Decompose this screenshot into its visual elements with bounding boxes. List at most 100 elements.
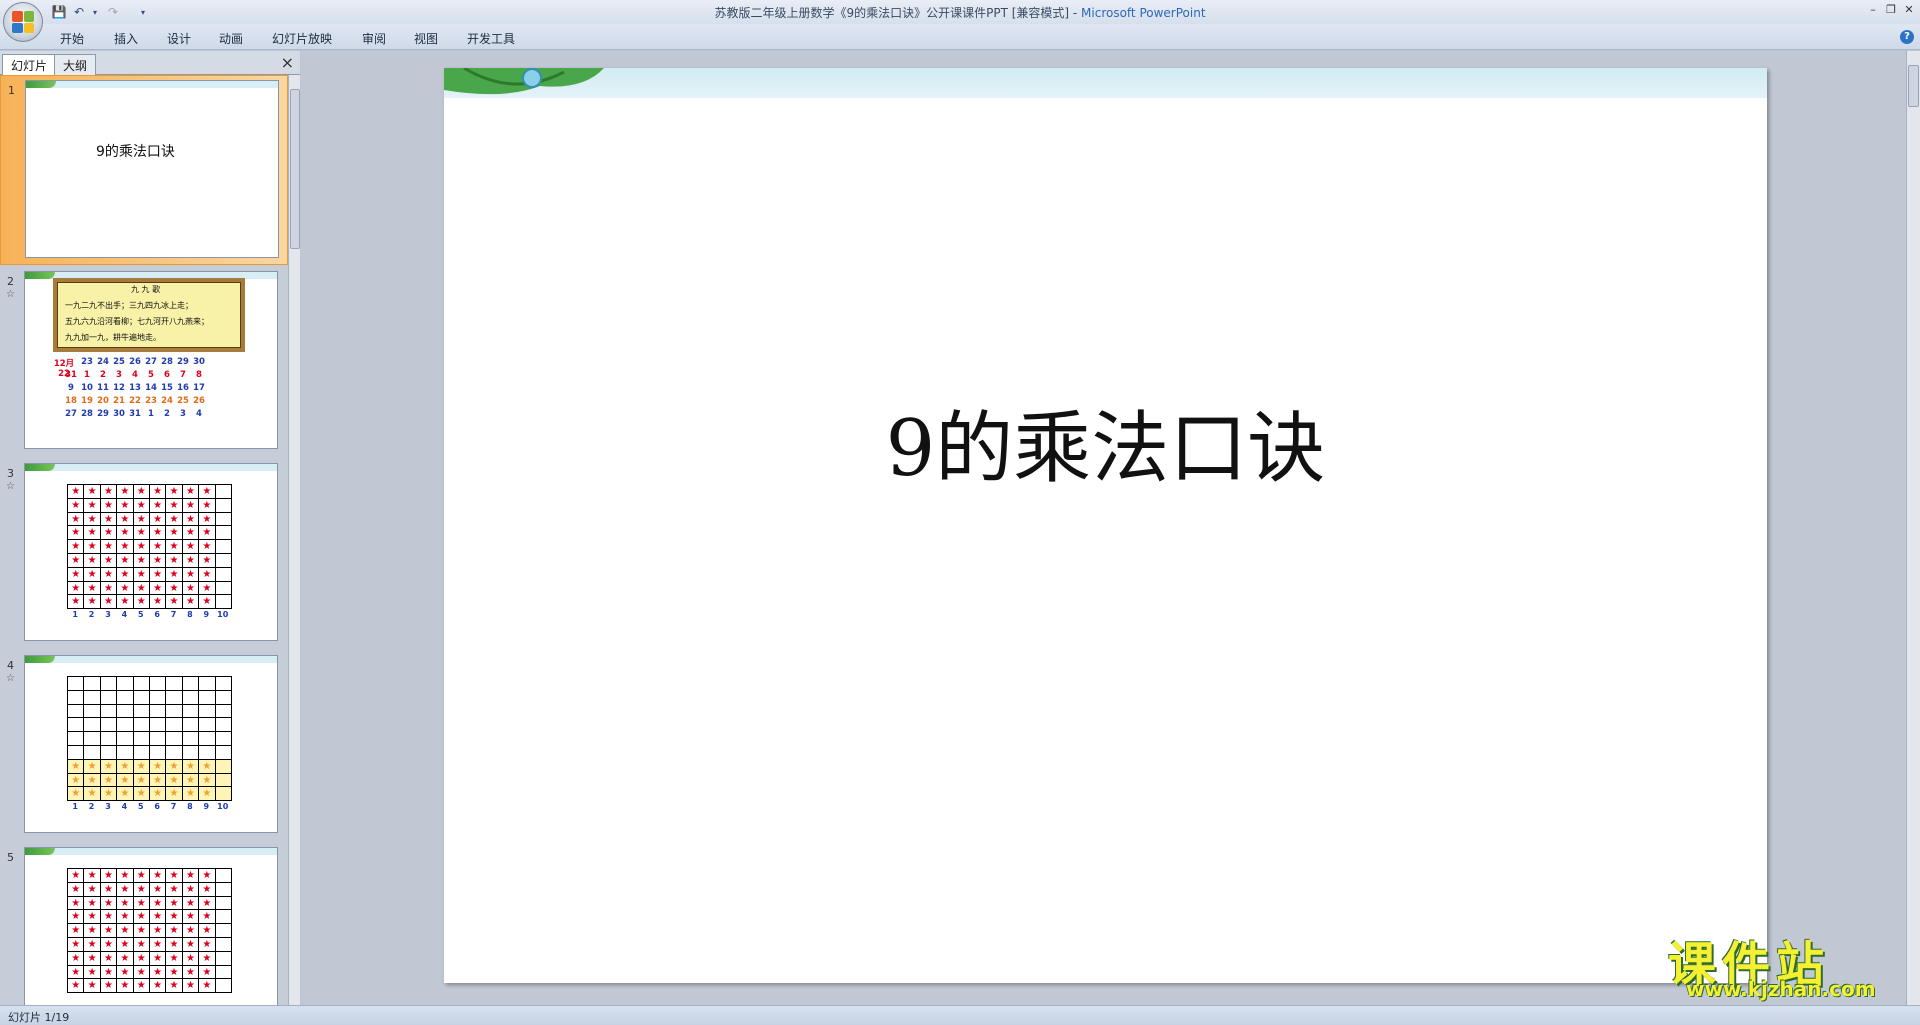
grid-cell: ★: [68, 924, 85, 938]
grid-cell: ★: [133, 485, 150, 499]
grid-cell: [149, 704, 167, 719]
grid-cell: ★: [133, 924, 150, 938]
tab-animations[interactable]: 动画: [219, 30, 243, 47]
calendar-day: 31: [129, 409, 141, 419]
panel-tabs: 幻灯片 大纲 ×: [0, 51, 300, 75]
grid-cell: ★: [100, 951, 118, 966]
slide-thumbnail-5[interactable]: ★ ★ ★ ★ ★ ★ ★ ★ ★ ★ ★ ★ ★ ★ ★ ★ ★ ★ ★ ★ ★ ★ ★ ★ ★ ★ ★ ★ ★ ★ ★ ★ ★ ★ ★ ★ ★ ★ ★ ★…: [24, 847, 278, 1005]
grid-cell: [68, 718, 85, 733]
grid-cell: ★: [149, 910, 167, 925]
grid-cell: [117, 745, 134, 760]
minimize-icon[interactable]: –: [1864, 2, 1882, 18]
grid-cell: ★: [100, 979, 118, 994]
calendar-day: 1: [148, 409, 154, 419]
restore-icon[interactable]: ❐: [1882, 2, 1900, 18]
grid-cell: ★: [199, 896, 216, 911]
close-icon[interactable]: ✕: [1900, 2, 1918, 18]
calendar-day: 20: [97, 396, 109, 406]
thumbnail-row-3[interactable]: 3 ☆ ★ ★ ★ ★ ★ ★ ★ ★ ★ ★ ★ ★ ★ ★ ★ ★ ★ ★ ★ ★ ★ ★ ★ ★ ★ ★ ★ ★ ★ ★ ★ ★ ★ ★ ★ ★…: [0, 459, 288, 649]
grid-cell: ★: [133, 759, 150, 774]
grid-cell: ★: [133, 965, 150, 980]
grid-cell: [182, 745, 200, 760]
grid-cell: [100, 690, 118, 705]
grid-cell: ★: [100, 498, 118, 513]
grid-cell: [117, 704, 134, 719]
thumbnail-row-5[interactable]: 5 ★ ★ ★ ★ ★ ★ ★ ★ ★ ★ ★ ★ ★ ★ ★ ★ ★ ★ ★ ★ ★ ★ ★ ★ ★ ★ ★ ★ ★ ★ ★ ★ ★ ★ ★ ★ ★ ★…: [0, 843, 288, 1005]
ribbon-tabs: 开始 插入 设计 动画 幻灯片放映 审阅 视图 开发工具 ?: [0, 24, 1920, 50]
slide-thumbnail-2[interactable]: 九 九 歌 一九二九不出手；三九四九冰上走； 五九六九沿河看柳；七九河开八九燕来…: [24, 271, 278, 449]
grid-cell: [117, 732, 134, 746]
close-panel-icon[interactable]: ×: [281, 53, 294, 72]
thumbnails-scrollbar[interactable]: [288, 75, 300, 1005]
calendar-day: 26: [129, 357, 141, 367]
thumbnail-row-1[interactable]: 1 9的乘法口诀: [0, 75, 288, 265]
grid-cell: [215, 869, 232, 883]
grid-cell: [215, 937, 232, 952]
grid-cell: ★: [166, 581, 183, 596]
tab-slideshow[interactable]: 幻灯片放映: [272, 30, 332, 47]
tab-view[interactable]: 视图: [414, 30, 438, 47]
grid-cell: ★: [166, 759, 183, 774]
slides-panel: 幻灯片 大纲 × 1 9的乘法口诀 2 ☆ 九 九 歌 一九二九不出手；三九四九…: [0, 51, 300, 1005]
grid-cell: [182, 718, 200, 733]
grid-cell: ★: [84, 540, 101, 554]
header-band: [444, 68, 1767, 98]
calendar-day: 23: [81, 357, 93, 367]
poem-line: 五九六九沿河看柳；七九河开八九燕来；: [65, 317, 209, 326]
tab-review[interactable]: 审阅: [362, 30, 386, 47]
grid-cell: [215, 540, 232, 554]
grid-cell: ★: [68, 553, 85, 568]
slide-thumbnail-3[interactable]: ★ ★ ★ ★ ★ ★ ★ ★ ★ ★ ★ ★ ★ ★ ★ ★ ★ ★ ★ ★ ★ ★ ★ ★ ★ ★ ★ ★ ★ ★ ★ ★ ★ ★ ★ ★ ★ ★ ★ ★…: [24, 463, 278, 641]
tab-developer[interactable]: 开发工具: [467, 30, 515, 47]
office-button[interactable]: [3, 2, 43, 42]
tab-insert[interactable]: 插入: [114, 30, 138, 47]
thumbnail-row-4[interactable]: 4 ☆ ★ ★ ★ ★ ★ ★ ★ ★ ★ ★ ★ ★ ★ ★ ★ ★ ★ ★ ★ ★ ★ ★ ★ ★ ★ ★ ★ 12345678…: [0, 651, 288, 841]
grid-cell: [84, 732, 101, 746]
grid-cell: ★: [100, 595, 118, 610]
scrollbar-thumb[interactable]: [1908, 65, 1919, 107]
current-slide[interactable]: 9的乘法口诀: [444, 68, 1767, 983]
grid-cell: ★: [182, 979, 200, 994]
grid-cell: ★: [199, 787, 216, 802]
help-icon[interactable]: ?: [1900, 30, 1914, 44]
grid-cell: ★: [166, 965, 183, 980]
grid-cell: [100, 718, 118, 733]
tab-slides[interactable]: 幻灯片: [2, 54, 57, 75]
grid-cell: [149, 677, 167, 691]
grid-cell: [84, 704, 101, 719]
grid-cell: ★: [84, 965, 101, 980]
editor-scrollbar[interactable]: [1906, 51, 1920, 1005]
grid-cell: ★: [84, 512, 101, 527]
calendar: 12月22 23 24 25 26 27 28 29 30 31 1 2 3 4 5 6 7 8 9 10 11 12 13…: [54, 357, 223, 422]
calendar-day: 12: [113, 383, 125, 393]
thumbnail-row-2[interactable]: 2 ☆ 九 九 歌 一九二九不出手；三九四九冰上走； 五九六九沿河看柳；七九河开…: [0, 267, 288, 457]
grid-cell: ★: [199, 869, 216, 883]
grid-cell: ★: [117, 498, 134, 513]
grid-cell: ★: [166, 595, 183, 610]
grid-cell: ★: [117, 924, 134, 938]
grid-cell: ★: [84, 526, 101, 541]
grid-cell: ★: [166, 485, 183, 499]
grid-cell: [182, 690, 200, 705]
grid-cell: ★: [133, 869, 150, 883]
header-band: [26, 81, 278, 88]
slide-title[interactable]: 9的乘法口诀: [444, 386, 1767, 498]
animation-star-icon: ☆: [6, 481, 15, 492]
slide-thumbnail-4[interactable]: ★ ★ ★ ★ ★ ★ ★ ★ ★ ★ ★ ★ ★ ★ ★ ★ ★ ★ ★ ★ ★ ★ ★ ★ ★ ★ ★ 1 2 3 4 5 6 7 8 9 10: [24, 655, 278, 833]
poem-line: 九九加一九，耕牛遍地走。: [65, 333, 161, 342]
column-number: 8: [187, 802, 193, 811]
title-bar: 💾 ↶ ▾ ↷ ▾ 苏教版二年级上册数学《9的乘法口诀》公开课课件PPT [兼容…: [0, 0, 1920, 42]
leaf-decoration: [25, 848, 55, 855]
column-number: 3: [105, 802, 111, 811]
grid-cell: ★: [149, 924, 167, 938]
scrollbar-thumb[interactable]: [290, 89, 300, 249]
grid-cell: ★: [117, 882, 134, 897]
tab-home[interactable]: 开始: [60, 30, 84, 47]
grid-cell: [215, 787, 232, 802]
tab-design[interactable]: 设计: [167, 30, 191, 47]
grid-cell: [68, 704, 85, 719]
star-grid: ★ ★ ★ ★ ★ ★ ★ ★ ★ ★ ★ ★ ★ ★ ★ ★ ★ ★ ★ ★ ★ ★ ★ ★ ★ ★ ★ ★ ★ ★ ★ ★ ★ ★ ★ ★ ★ ★ ★ ★…: [67, 484, 232, 610]
tab-outline[interactable]: 大纲: [54, 54, 97, 75]
grid-cell: [117, 677, 134, 691]
slide-thumbnail-1[interactable]: 9的乘法口诀: [25, 80, 279, 258]
